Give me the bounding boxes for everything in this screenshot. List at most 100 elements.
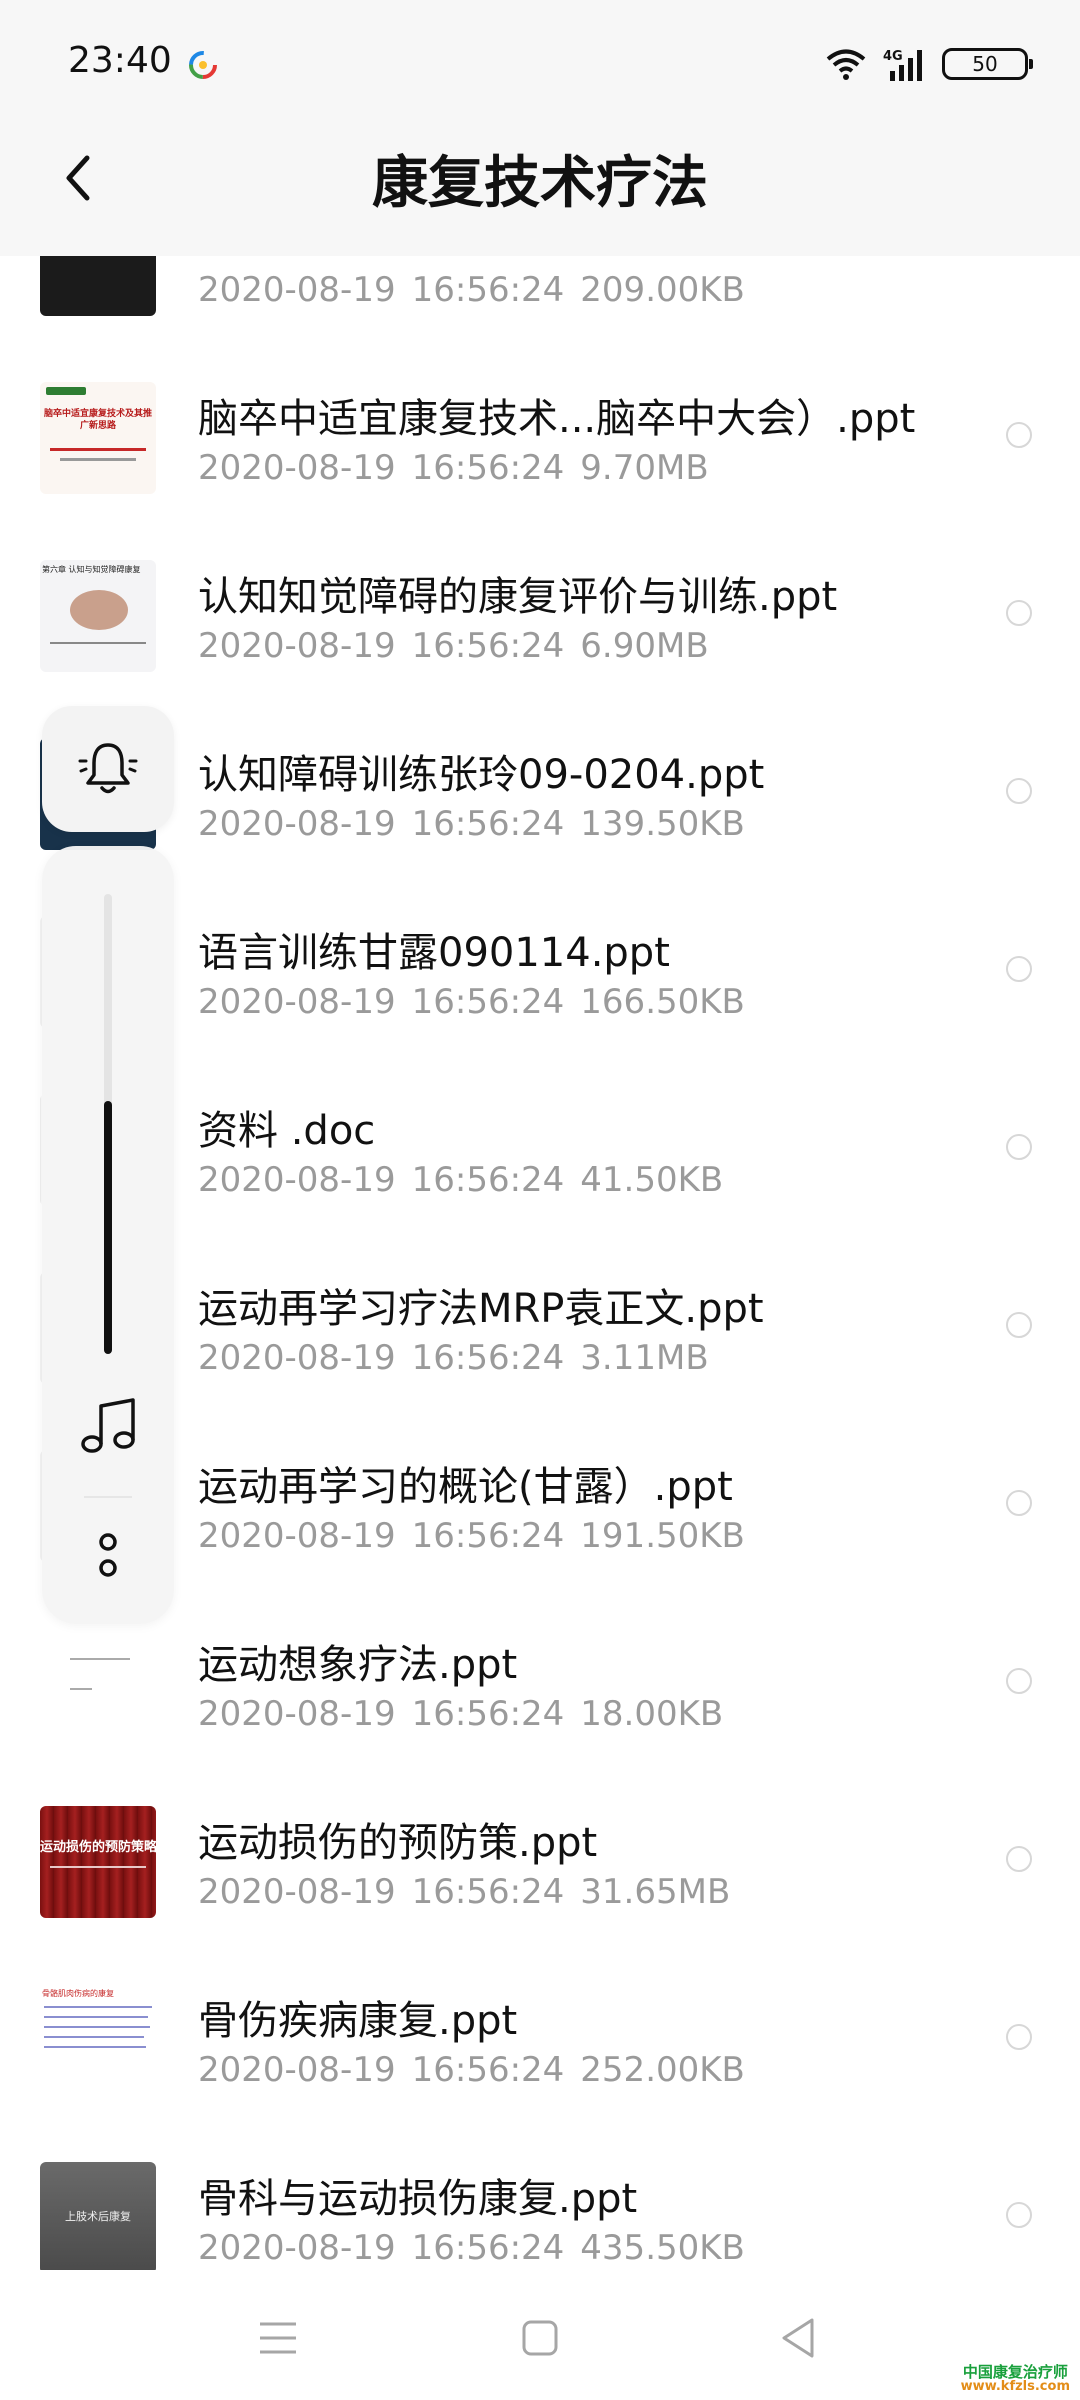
battery-indicator: 50 [942, 48, 1033, 80]
file-size: 18.00KB [580, 1694, 724, 1734]
file-list-item[interactable]: 运动损伤的预防策略 运动损伤的预防策.ppt 2020-08-19 16:56:24 3… [0, 1760, 1080, 1938]
select-radio[interactable] [1006, 1846, 1032, 1872]
recent-apps-button[interactable] [248, 2308, 308, 2368]
file-time: 16:56:24 [411, 2050, 565, 2090]
bell-icon [78, 743, 138, 794]
select-radio[interactable] [1006, 1312, 1032, 1338]
file-time: 16:56:24 [411, 1694, 565, 1734]
thumb-title: 运动损伤的预防策略 [40, 1840, 156, 1855]
app-notification-icon [189, 51, 217, 79]
file-list-item[interactable]: 上肢术后康复 骨科与运动损伤康复.ppt 2020-08-19 16:56:24 435… [0, 2116, 1080, 2270]
watermark: 中国康复治疗师 www.kfzls.com [960, 2364, 1070, 2395]
file-name: 运动想象疗法.ppt [198, 1642, 518, 1688]
cellular-signal-icon: 4G [883, 49, 922, 81]
select-radio[interactable] [1006, 600, 1032, 626]
file-date: 2020-08-19 [198, 1694, 396, 1734]
file-size: 41.50KB [580, 1160, 724, 1200]
page-title: 康复技术疗法 [372, 151, 708, 216]
file-meta: 2020-08-19 16:56:24 31.65MB [198, 1872, 746, 1912]
file-meta: 2020-08-19 16:56:24 166.50KB [198, 982, 761, 1022]
back-triangle-icon [782, 2318, 814, 2358]
file-date: 2020-08-19 [198, 804, 396, 844]
file-date: 2020-08-19 [198, 982, 396, 1022]
file-date: 2020-08-19 [198, 626, 396, 666]
thumb-title: 骨骼肌肉伤病的康复 [42, 1989, 114, 1998]
file-meta: 2020-08-19 16:56:24 209.00KB [198, 270, 761, 310]
select-radio[interactable] [1006, 956, 1032, 982]
file-list-item[interactable]: 骨骼肌肉伤病的康复骨伤疾病康复.ppt 2020-08-19 16:56:24 252… [0, 1938, 1080, 2116]
file-meta: 2020-08-19 16:56:24 139.50KB [198, 804, 761, 844]
file-date: 2020-08-19 [198, 1872, 396, 1912]
file-time: 16:56:24 [411, 626, 565, 666]
file-size: 31.65MB [580, 1872, 731, 1912]
thumb-title: 上肢术后康复 [65, 2210, 131, 2223]
file-meta: 2020-08-19 16:56:24 3.11MB [198, 1338, 725, 1378]
watermark-url: www.kfzls.com [960, 2379, 1070, 2395]
file-time: 16:56:24 [411, 804, 565, 844]
select-radio[interactable] [1006, 2202, 1032, 2228]
select-radio[interactable] [1006, 1490, 1032, 1516]
home-square-icon [522, 2320, 558, 2356]
file-thumbnail [40, 1628, 156, 1740]
more-options-icon[interactable] [92, 1526, 124, 1586]
file-thumbnail: 第六章 认知与知觉障碍康复 [40, 560, 156, 672]
file-time: 16:56:24 [411, 1160, 565, 1200]
file-meta: 2020-08-19 16:56:24 252.00KB [198, 2050, 761, 2090]
file-time: 16:56:24 [411, 1516, 565, 1556]
file-name: 认知知觉障碍的康复评价与训练.ppt [198, 574, 838, 620]
file-meta: 2020-08-19 16:56:24 191.50KB [198, 1516, 761, 1556]
file-time: 16:56:24 [411, 982, 565, 1022]
thumb-title: 第六章 认知与知觉障碍康复 [42, 565, 141, 574]
file-time: 16:56:24 [411, 270, 565, 310]
file-size: 166.50KB [580, 982, 745, 1022]
file-list-item[interactable]: 脑卒中适宜康复技术及其推广新思路 脑卒中适宜康复技术...脑卒中大会）.ppt 20… [0, 336, 1080, 514]
file-thumbnail: 骨骼肌肉伤病的康复 [40, 1984, 156, 2096]
file-date: 2020-08-19 [198, 2228, 396, 2268]
file-thumbnail: 脑卒中适宜康复技术及其推广新思路 [40, 382, 156, 494]
file-meta: 2020-08-19 16:56:24 9.70MB [198, 448, 725, 488]
file-time: 16:56:24 [411, 448, 565, 488]
file-time: 16:56:24 [411, 1872, 565, 1912]
file-size: 9.70MB [580, 448, 709, 488]
select-radio[interactable] [1006, 778, 1032, 804]
file-size: 139.50KB [580, 804, 745, 844]
panel-divider [84, 1496, 132, 1498]
volume-slider-fill [104, 1101, 112, 1354]
status-indicators: 4G 50 [826, 46, 1033, 82]
media-volume-slider[interactable] [104, 894, 112, 1354]
system-back-button[interactable] [768, 2308, 828, 2368]
file-time: 16:56:24 [411, 2228, 565, 2268]
home-button[interactable] [510, 2308, 570, 2368]
file-date: 2020-08-19 [198, 1160, 396, 1200]
select-radio[interactable] [1006, 422, 1032, 448]
file-name: 脑卒中适宜康复技术...脑卒中大会）.ppt [198, 396, 916, 442]
file-list-item[interactable]: 2020-08-19 16:56:24 209.00KB [0, 256, 1080, 336]
file-size: 435.50KB [580, 2228, 745, 2268]
file-size: 3.11MB [580, 1338, 709, 1378]
app-header: 康复技术疗法 [0, 96, 1080, 256]
file-name: 运动损伤的预防策.ppt [198, 1820, 598, 1866]
ringer-mode-button[interactable] [42, 706, 174, 832]
svg-text:4G: 4G [883, 49, 903, 64]
file-thumbnail [40, 256, 156, 316]
file-thumbnail: 上肢术后康复 [40, 2162, 156, 2270]
file-meta: 2020-08-19 16:56:24 6.90MB [198, 626, 725, 666]
file-size: 209.00KB [580, 270, 745, 310]
file-date: 2020-08-19 [198, 448, 396, 488]
file-meta: 2020-08-19 16:56:24 18.00KB [198, 1694, 739, 1734]
file-date: 2020-08-19 [198, 1338, 396, 1378]
volume-panel [42, 846, 174, 1624]
select-radio[interactable] [1006, 2024, 1032, 2050]
status-bar: 23:40 4G 50 [0, 0, 1080, 96]
select-radio[interactable] [1006, 1668, 1032, 1694]
file-name: 骨伤疾病康复.ppt [198, 1998, 518, 2044]
battery-level: 50 [972, 52, 998, 76]
file-size: 191.50KB [580, 1516, 745, 1556]
thumb-title: 脑卒中适宜康复技术及其推广新思路 [44, 409, 153, 431]
status-time: 23:40 [68, 40, 172, 81]
file-meta: 2020-08-19 16:56:24 435.50KB [198, 2228, 761, 2268]
file-name: 资料 .doc [198, 1108, 376, 1154]
file-time: 16:56:24 [411, 1338, 565, 1378]
select-radio[interactable] [1006, 1134, 1032, 1160]
file-list-item[interactable]: 第六章 认知与知觉障碍康复认知知觉障碍的康复评价与训练.ppt 2020-08-1… [0, 514, 1080, 692]
